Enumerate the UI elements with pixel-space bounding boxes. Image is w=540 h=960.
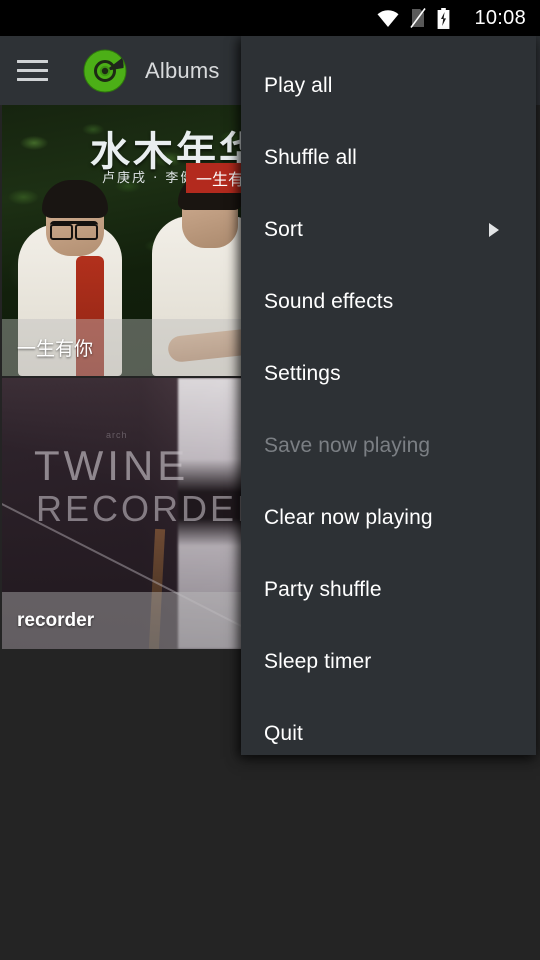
menu-item-label: Sort bbox=[264, 218, 303, 241]
menu-item-save-now-playing: Save now playing bbox=[241, 410, 536, 482]
menu-item-label: Settings bbox=[264, 362, 341, 385]
no-sim-icon bbox=[410, 8, 427, 28]
vinyl-disc-icon bbox=[82, 48, 128, 94]
hamburger-bar bbox=[16, 78, 48, 81]
menu-item-sleep-timer[interactable]: Sleep timer bbox=[241, 626, 536, 698]
artwork-cover-subtitle: 卢庚戌 · 李健 bbox=[102, 171, 196, 186]
album-label-bar: recorder bbox=[2, 592, 270, 649]
hamburger-bar bbox=[16, 60, 48, 63]
menu-item-label: Clear now playing bbox=[264, 506, 433, 529]
chevron-right-icon bbox=[489, 223, 499, 237]
menu-item-label: Play all bbox=[264, 74, 333, 97]
artwork-cover-word-two: RECORDER bbox=[36, 488, 267, 529]
battery-charging-icon bbox=[437, 7, 450, 29]
menu-item-sort[interactable]: Sort bbox=[241, 194, 536, 266]
album-tile[interactable]: 水木年华 卢庚戌 · 李健 一生有 一生有你 bbox=[2, 105, 270, 376]
menu-item-label: Party shuffle bbox=[264, 578, 382, 601]
menu-item-label: Quit bbox=[264, 722, 303, 745]
menu-item-label: Sound effects bbox=[264, 290, 394, 313]
menu-item-label: Save now playing bbox=[264, 434, 431, 457]
app-screen: 10:08 Albums 水木年华 卢庚戌 · 李健 一生有 一生有你 arch… bbox=[0, 0, 540, 960]
album-label-bar: 一生有你 bbox=[2, 319, 270, 376]
artwork-cover-word-one: TWINE bbox=[34, 442, 190, 489]
status-icon-group: 10:08 bbox=[377, 7, 526, 30]
menu-item-party-shuffle[interactable]: Party shuffle bbox=[241, 554, 536, 626]
status-clock: 10:08 bbox=[474, 6, 526, 29]
menu-item-settings[interactable]: Settings bbox=[241, 338, 536, 410]
hamburger-icon[interactable] bbox=[0, 36, 62, 105]
artwork-figure-left-glasses bbox=[50, 221, 98, 240]
menu-item-play-all[interactable]: Play all bbox=[241, 50, 536, 122]
artwork-small-text: arch bbox=[106, 430, 128, 440]
menu-item-quit[interactable]: Quit bbox=[241, 698, 536, 770]
menu-item-clear-now-playing[interactable]: Clear now playing bbox=[241, 482, 536, 554]
menu-item-shuffle-all[interactable]: Shuffle all bbox=[241, 122, 536, 194]
album-title: 一生有你 bbox=[17, 339, 94, 360]
status-bar: 10:08 bbox=[0, 0, 540, 36]
album-title: recorder bbox=[17, 609, 95, 631]
hamburger-bar bbox=[16, 69, 48, 72]
wifi-icon bbox=[377, 9, 399, 27]
menu-item-label: Sleep timer bbox=[264, 650, 372, 673]
album-tile[interactable]: arch TWINE RECORDER recorder bbox=[2, 378, 270, 649]
menu-item-label: Shuffle all bbox=[264, 146, 357, 169]
page-title: Albums bbox=[145, 57, 220, 83]
overflow-menu: Play all Shuffle all Sort Sound effects … bbox=[241, 36, 536, 755]
menu-item-sound-effects[interactable]: Sound effects bbox=[241, 266, 536, 338]
